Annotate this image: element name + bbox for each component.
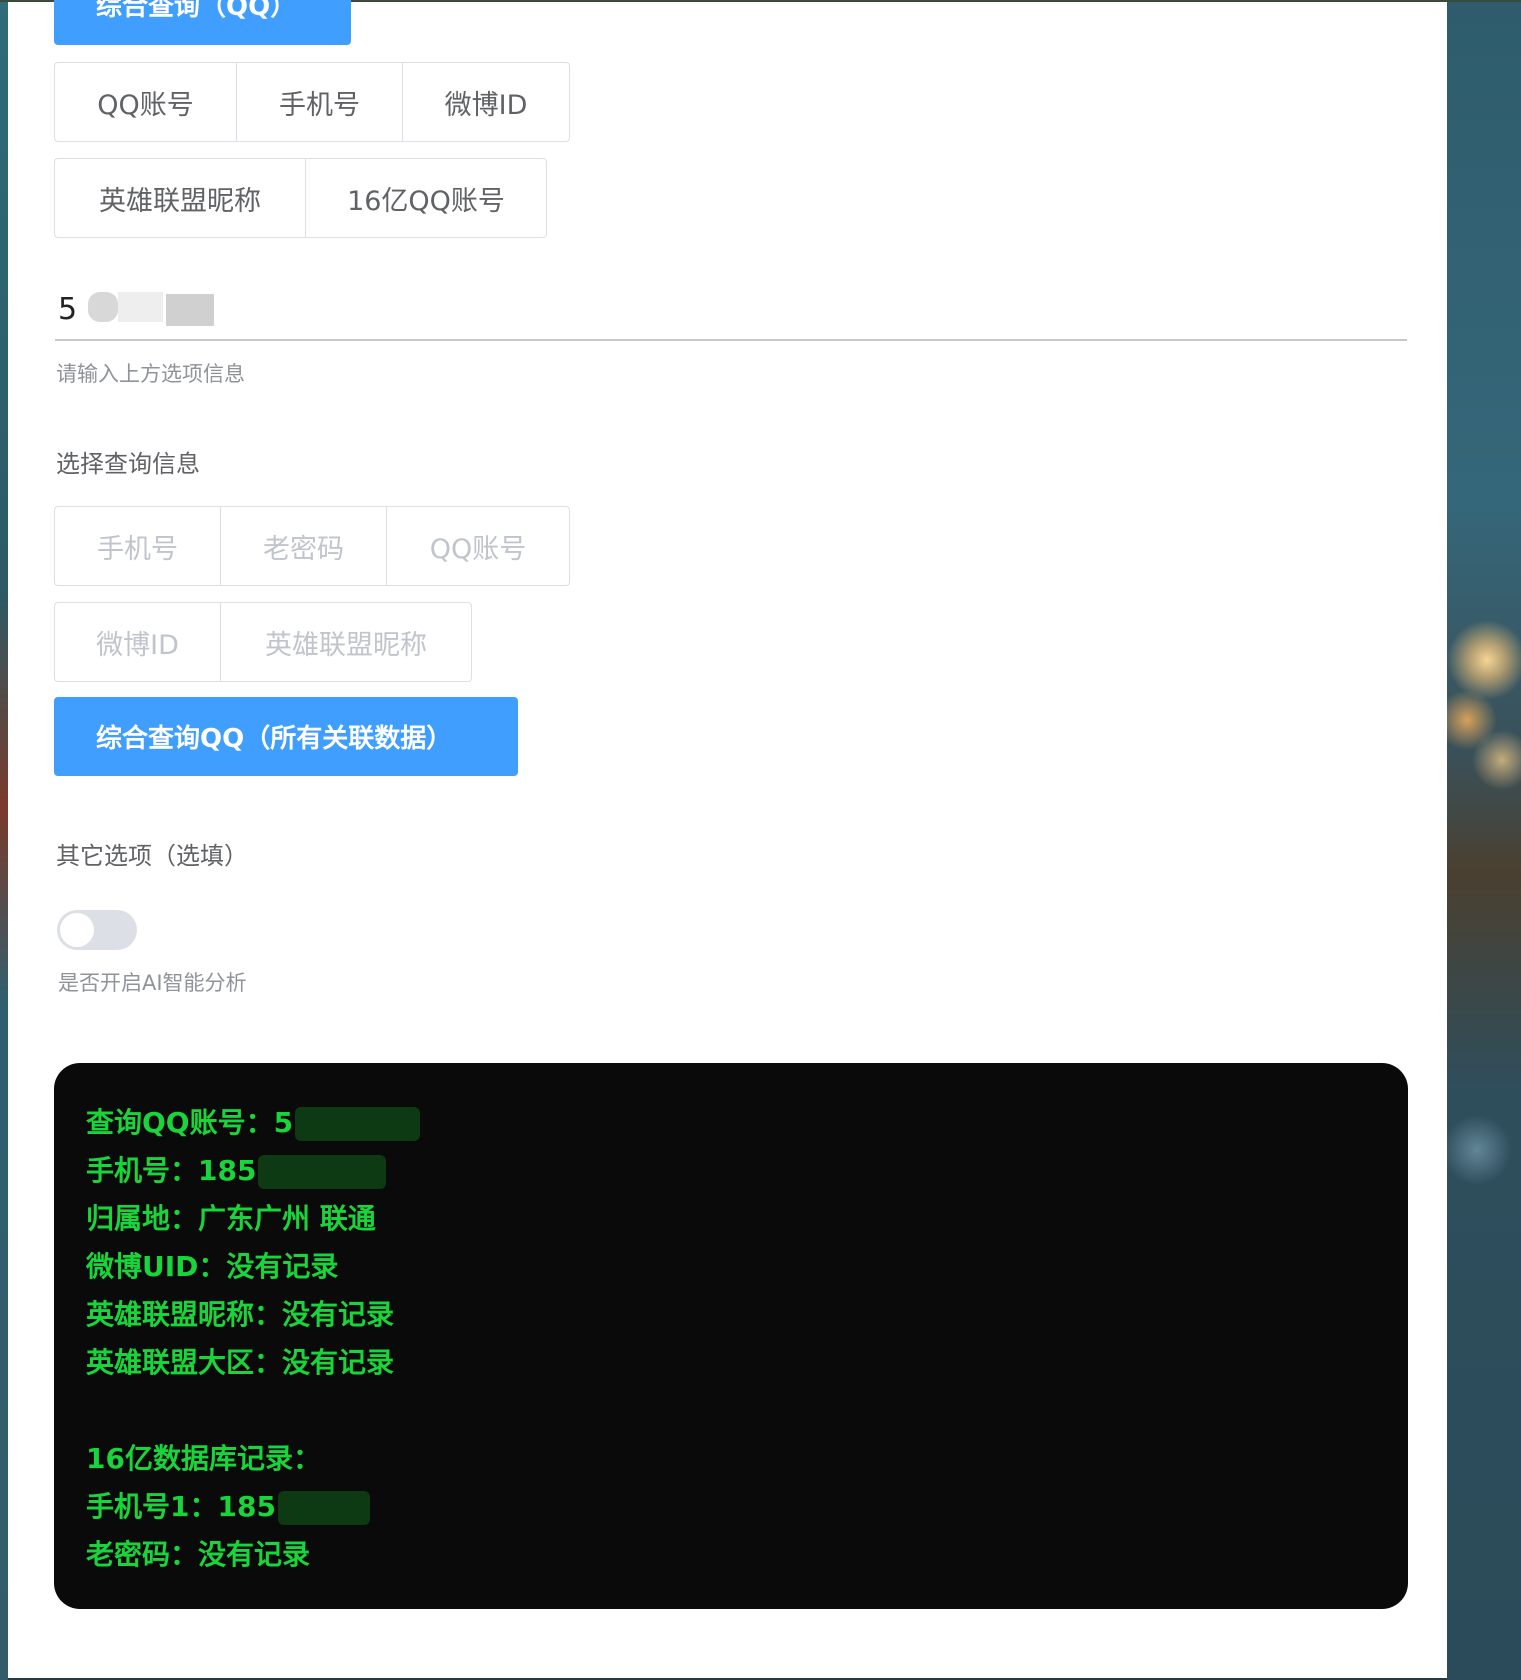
query-input[interactable]: [58, 287, 1398, 331]
toggle-knob: [60, 913, 94, 947]
input-type-group-row1: QQ账号 手机号 微博ID: [54, 62, 570, 142]
ai-analysis-toggle[interactable]: [57, 910, 137, 950]
background-right-strip: [1447, 0, 1521, 1680]
result-spacer: [86, 1387, 1376, 1435]
select-info-phone[interactable]: 手机号: [55, 507, 221, 585]
query-result-panel: 查询QQ账号：5 手机号：185 归属地：广东广州 联通 微博UID：没有记录 …: [54, 1063, 1408, 1609]
input-type-phone[interactable]: 手机号: [237, 63, 403, 141]
ai-analysis-toggle-label: 是否开启AI智能分析: [58, 971, 247, 995]
redaction-mask: [166, 294, 214, 326]
input-type-group-row2: 英雄联盟昵称 16亿QQ账号: [54, 158, 547, 238]
result-qq-account: 查询QQ账号：5: [86, 1099, 1376, 1147]
query-form-card: 综合查询（QQ） QQ账号 手机号 微博ID 英雄联盟昵称 16亿QQ账号 请输…: [8, 0, 1447, 1678]
input-type-lol-nickname[interactable]: 英雄联盟昵称: [55, 159, 306, 237]
input-type-weibo-id[interactable]: 微博ID: [403, 63, 569, 141]
result-weibo-uid: 微博UID：没有记录: [86, 1250, 339, 1283]
query-input-underline: [55, 339, 1407, 341]
select-info-weibo-id[interactable]: 微博ID: [55, 603, 221, 681]
redaction-mask: [295, 1107, 421, 1141]
input-type-qq-account[interactable]: QQ账号: [55, 63, 237, 141]
redaction-mask: [88, 292, 118, 322]
input-type-16yi-qq-account[interactable]: 16亿QQ账号: [306, 159, 546, 237]
result-lol-region: 英雄联盟大区：没有记录: [86, 1346, 395, 1379]
redaction-mask: [258, 1155, 387, 1189]
background-left-strip: [0, 0, 8, 1680]
result-phone: 手机号：185: [86, 1147, 1376, 1195]
select-query-info-title: 选择查询信息: [56, 450, 200, 478]
result-location: 归属地：广东广州 联通: [86, 1202, 376, 1235]
select-info-group-row2: 微博ID 英雄联盟昵称: [54, 602, 472, 682]
result-phone1: 手机号1：185: [86, 1483, 1376, 1531]
result-lol-nickname: 英雄联盟昵称：没有记录: [86, 1298, 395, 1331]
select-info-qq-account[interactable]: QQ账号: [387, 507, 569, 585]
result-16yi-db-title: 16亿数据库记录：: [86, 1442, 321, 1475]
redaction-mask: [277, 1491, 370, 1525]
result-old-password: 老密码：没有记录: [86, 1538, 311, 1571]
select-info-old-password[interactable]: 老密码: [221, 507, 387, 585]
comprehensive-query-all-data-button[interactable]: 综合查询QQ（所有关联数据）: [54, 697, 518, 776]
query-input-hint: 请输入上方选项信息: [56, 362, 245, 386]
other-options-title: 其它选项（选填）: [56, 842, 248, 870]
redaction-mask: [118, 292, 163, 322]
comprehensive-query-qq-button[interactable]: 综合查询（QQ）: [54, 0, 351, 45]
select-info-lol-nickname[interactable]: 英雄联盟昵称: [221, 603, 471, 681]
select-info-group-row1: 手机号 老密码 QQ账号: [54, 506, 570, 586]
